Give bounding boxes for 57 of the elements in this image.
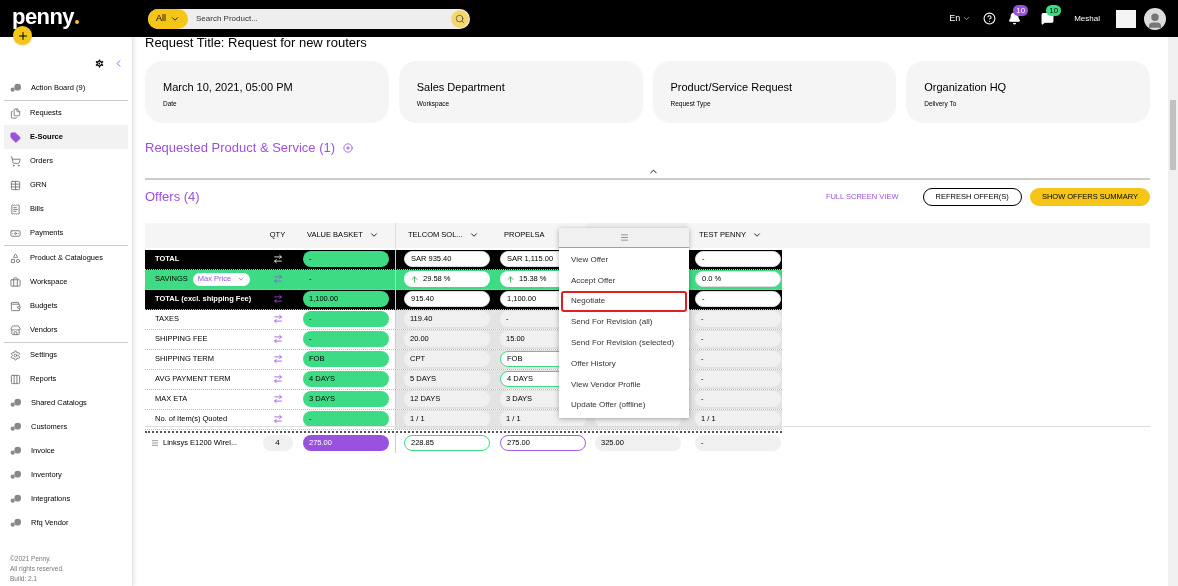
card-value: Product/Service Request bbox=[670, 80, 794, 95]
chevron-down-icon bbox=[962, 14, 972, 23]
dots-icon bbox=[10, 518, 22, 528]
wallet-icon bbox=[10, 300, 21, 312]
dots-icon bbox=[10, 422, 22, 432]
briefcase-icon bbox=[10, 276, 21, 288]
chevron-down-icon bbox=[237, 275, 246, 283]
bell-icon[interactable] bbox=[1008, 12, 1022, 25]
cart-icon bbox=[10, 155, 21, 167]
help-icon[interactable] bbox=[983, 12, 997, 25]
caret-icon[interactable] bbox=[368, 230, 379, 240]
company-logo[interactable] bbox=[1116, 9, 1136, 28]
cash-icon bbox=[10, 227, 21, 239]
request-title: Request Title: Request for new routers bbox=[145, 36, 368, 50]
up-arrow-icon bbox=[506, 274, 515, 284]
notification-badge: 10 bbox=[1013, 5, 1029, 16]
language-selector[interactable]: En bbox=[949, 11, 972, 26]
dots-icon bbox=[10, 446, 22, 456]
columns-icon bbox=[10, 373, 21, 385]
plus-icon bbox=[16, 29, 29, 42]
drag-handle-icon[interactable] bbox=[151, 438, 159, 447]
card-value: March 10, 2021, 05:00 PM bbox=[163, 80, 294, 95]
shapes-icon bbox=[10, 252, 21, 264]
documents-icon bbox=[10, 107, 21, 119]
search-placeholder: Search Product... bbox=[196, 12, 259, 25]
message-badge: 10 bbox=[1046, 5, 1062, 16]
add-icon[interactable] bbox=[343, 142, 354, 153]
dots-icon bbox=[10, 398, 22, 408]
card-value: Sales Department bbox=[416, 80, 506, 95]
up-arrow-icon bbox=[410, 274, 419, 284]
caret-icon[interactable] bbox=[751, 230, 762, 240]
search-bar[interactable]: All Search Product... bbox=[148, 8, 470, 29]
dots-icon bbox=[10, 470, 22, 480]
scope-dropdown[interactable]: All bbox=[148, 8, 188, 29]
settings-icon bbox=[10, 349, 21, 361]
card-value: Organization HQ bbox=[924, 80, 1008, 95]
person-icon bbox=[1146, 11, 1164, 30]
search-icon bbox=[455, 13, 465, 24]
table-icon bbox=[10, 179, 21, 191]
logo: penny bbox=[12, 0, 148, 33]
swap-icon[interactable] bbox=[272, 254, 283, 264]
section-title: Requested Product & Service (1) bbox=[145, 139, 336, 157]
store-icon bbox=[10, 324, 21, 336]
dots-icon bbox=[10, 83, 22, 93]
dots-icon bbox=[10, 494, 22, 504]
settings-icon[interactable] bbox=[94, 57, 105, 69]
avatar[interactable] bbox=[1144, 7, 1166, 30]
user-name: Meshal bbox=[1074, 12, 1100, 25]
receipt-icon bbox=[10, 203, 21, 215]
qty-field: 4 bbox=[262, 434, 293, 451]
chat-icon[interactable] bbox=[1041, 12, 1055, 25]
caret-icon[interactable] bbox=[468, 230, 479, 240]
menu-item[interactable]: Negotiate bbox=[561, 291, 687, 312]
offers-title: Offers (4) bbox=[145, 187, 201, 206]
search-button[interactable] bbox=[451, 9, 469, 28]
tag-icon bbox=[10, 131, 21, 143]
menu-icon[interactable] bbox=[619, 232, 629, 242]
